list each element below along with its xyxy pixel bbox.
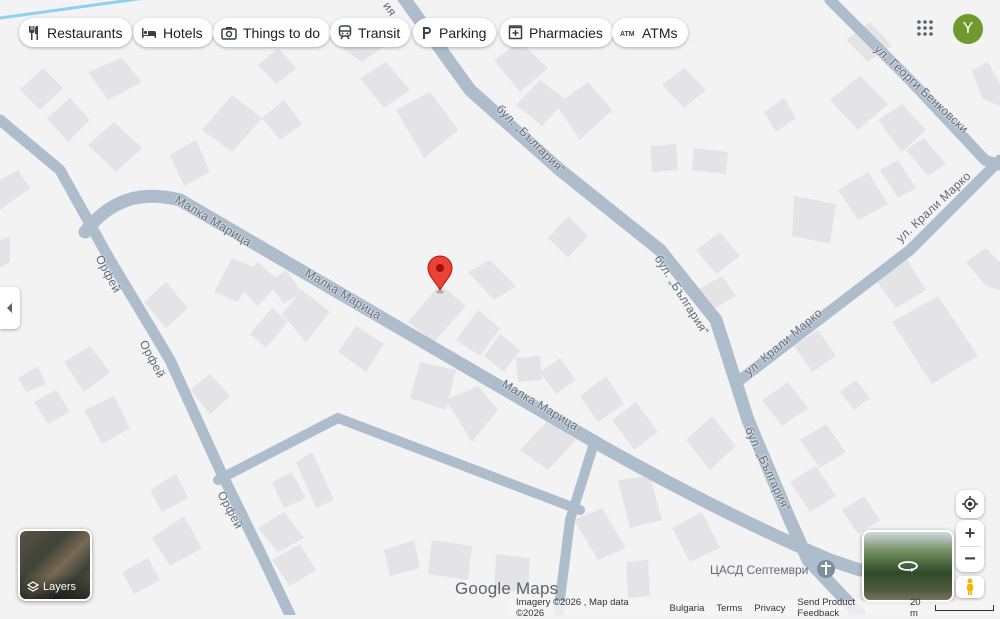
chip-label: Transit <box>358 24 401 41</box>
fork-knife-icon <box>29 25 38 40</box>
chip-label: Things to do <box>243 24 321 41</box>
svg-text:ATM: ATM <box>620 31 635 38</box>
layers-label: Layers <box>43 581 77 593</box>
map-footer: Imagery ©2026 , Map data ©2026 Bulgaria … <box>510 597 1000 619</box>
chip-label: ATMs <box>642 24 678 41</box>
camera-icon <box>221 26 237 40</box>
avatar[interactable]: Y <box>953 14 983 44</box>
feedback-link[interactable]: Send Product Feedback <box>791 597 904 619</box>
pegman-button[interactable] <box>956 576 984 598</box>
zoom-controls: + − <box>956 520 984 572</box>
chip-label: Hotels <box>163 24 203 41</box>
pegman-icon <box>967 578 973 595</box>
chip-label: Pharmacies <box>529 24 603 41</box>
train-icon <box>338 25 352 40</box>
atm-icon: ATM <box>620 31 635 38</box>
cross-icon[interactable] <box>817 560 835 578</box>
imagery-attribution: Imagery ©2026 , Map data ©2026 <box>516 597 629 619</box>
zoom-in-button[interactable]: + <box>956 521 984 546</box>
chip-parking[interactable]: Parking <box>413 18 497 47</box>
chip-pharmacies[interactable]: Pharmacies <box>500 18 613 47</box>
my-location-button[interactable] <box>956 490 984 518</box>
privacy-link[interactable]: Privacy <box>748 603 791 614</box>
parking-icon <box>423 26 431 39</box>
apps-grid-icon[interactable] <box>916 19 934 37</box>
chip-atms[interactable]: ATM ATMs <box>612 18 688 47</box>
layers-button[interactable]: Layers <box>18 529 92 601</box>
zoom-out-button[interactable]: − <box>956 547 984 572</box>
chip-label: Restaurants <box>47 24 123 41</box>
map-canvas[interactable] <box>0 0 1000 615</box>
my-location-icon <box>962 496 978 512</box>
terms-link[interactable]: Terms <box>710 603 748 614</box>
rotate-360-icon <box>898 561 918 572</box>
layers-icon <box>27 581 39 592</box>
layers-label-row: Layers <box>20 575 90 599</box>
collapse-panel-button[interactable] <box>0 287 20 329</box>
avatar-initial: Y <box>962 20 974 37</box>
scale-label: 20 m <box>909 597 921 619</box>
google-maps-logo: Google Maps <box>455 579 559 598</box>
poi-label[interactable]: ЦАСД Септември <box>710 563 808 577</box>
pharmacy-icon <box>508 25 523 40</box>
bed-icon <box>142 27 156 38</box>
street-view-preview[interactable] <box>862 530 954 602</box>
chip-transit[interactable]: Transit <box>330 18 411 47</box>
chip-hotels[interactable]: Hotels <box>133 18 213 47</box>
scale-line <box>934 605 994 611</box>
chevron-left-icon <box>7 303 12 313</box>
scale-bar[interactable]: 20 m <box>904 597 1000 619</box>
chip-restaurants[interactable]: Restaurants <box>19 18 133 47</box>
chip-things-to-do[interactable]: Things to do <box>213 18 331 47</box>
region-link[interactable]: Bulgaria <box>664 603 711 614</box>
chip-label: Parking <box>439 24 487 41</box>
